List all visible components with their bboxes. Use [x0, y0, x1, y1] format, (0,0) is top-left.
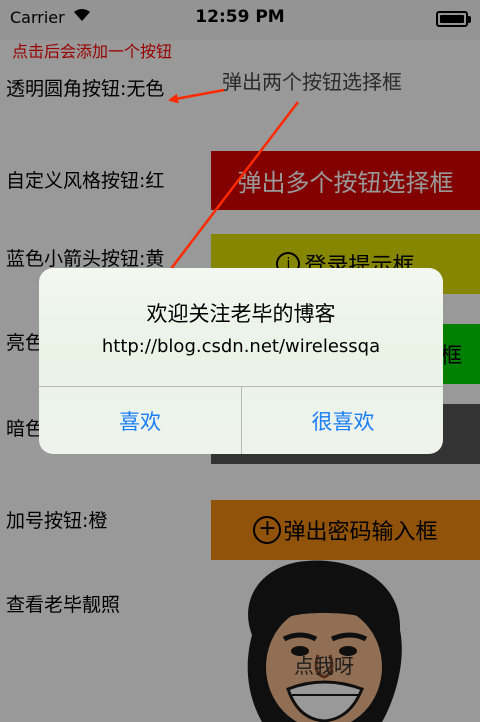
- arrow-to-row: [162, 101, 299, 280]
- love-button[interactable]: 很喜欢: [242, 387, 443, 454]
- alert-dialog: 欢迎关注老毕的博客 http://blog.csdn.net/wirelessq…: [39, 268, 443, 454]
- alert-title: 欢迎关注老毕的博客: [146, 302, 336, 326]
- like-button[interactable]: 喜欢: [39, 387, 241, 454]
- alert-message: http://blog.csdn.net/wirelessqa: [101, 336, 381, 357]
- arrow-to-label: [168, 88, 225, 104]
